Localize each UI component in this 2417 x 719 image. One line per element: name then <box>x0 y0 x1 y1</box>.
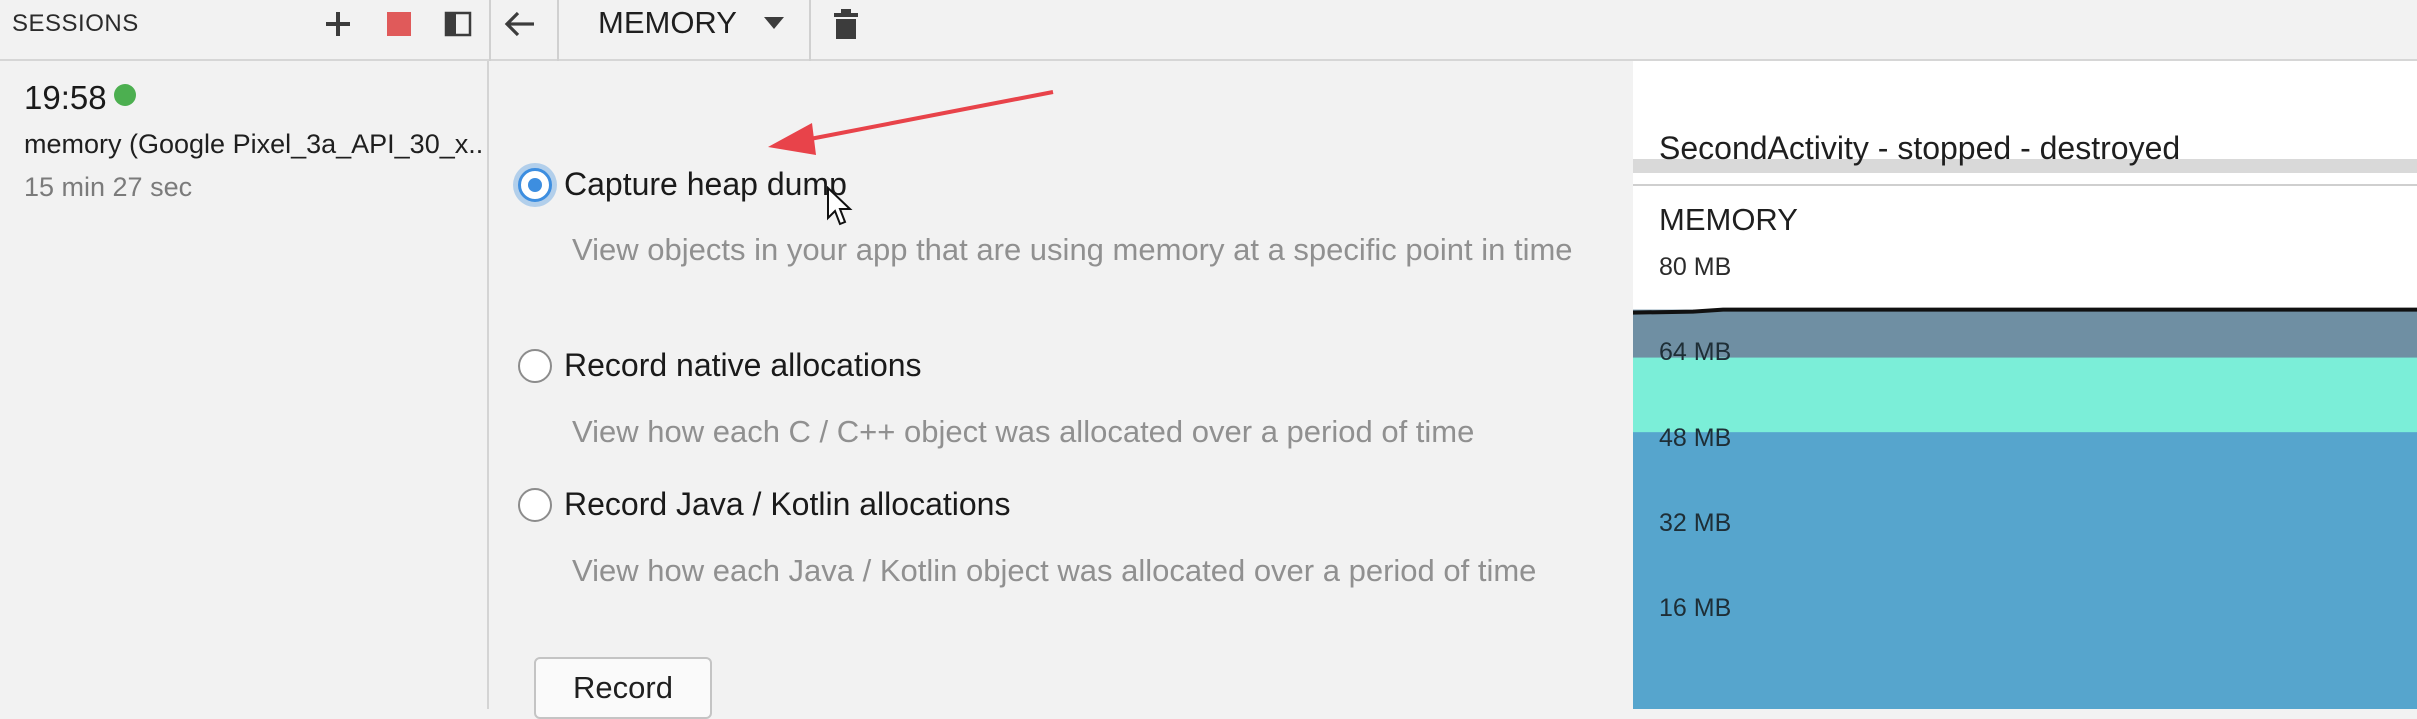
recording-options-panel: Capture heap dump View objects in your a… <box>490 61 1633 719</box>
toggle-sessions-panel-button[interactable] <box>438 4 478 44</box>
memory-usage-chart[interactable] <box>1633 61 2417 709</box>
delete-button[interactable] <box>826 4 866 44</box>
back-button[interactable] <box>500 4 540 44</box>
session-name: memory (Google Pixel_3a_API_30_x... <box>24 129 482 159</box>
top-toolbar: SESSIONS MEMORY <box>0 0 2417 61</box>
toolbar-divider <box>557 0 559 61</box>
record-button[interactable]: Record <box>534 657 712 719</box>
memory-chart-title: MEMORY <box>1659 202 1798 237</box>
trash-icon <box>834 9 858 39</box>
option-title: Record Java / Kotlin allocations <box>564 486 1011 522</box>
option-record-java-kotlin-allocations[interactable]: Record Java / Kotlin allocations <box>518 486 1010 523</box>
memory-timeline-panel: SecondActivity - stopped - destroyed MEM… <box>1633 61 2417 709</box>
y-tick-label: 80 MB <box>1659 253 1732 281</box>
option-title: Capture heap dump <box>564 166 847 202</box>
back-arrow-icon <box>504 11 534 37</box>
session-duration: 15 min 27 sec <box>24 172 193 202</box>
option-record-native-allocations[interactable]: Record native allocations <box>518 347 922 384</box>
sessions-label: SESSIONS <box>12 10 139 37</box>
y-tick-label: 32 MB <box>1659 508 1732 537</box>
panel-toggle-icon <box>444 11 472 37</box>
option-description: View how each Java / Kotlin object was a… <box>572 553 1537 588</box>
profiler-select-dropdown[interactable]: MEMORY <box>598 2 785 44</box>
capture-heap-dump-radio[interactable] <box>518 167 552 202</box>
toolbar-divider <box>809 0 811 61</box>
y-tick-label: 16 MB <box>1659 594 1732 622</box>
toolbar-divider <box>489 0 491 61</box>
memory-area-band <box>1633 432 2417 709</box>
record-native-allocations-radio[interactable] <box>518 348 552 383</box>
dropdown-caret-icon <box>763 17 784 29</box>
option-description: View objects in your app that are using … <box>572 232 1573 267</box>
option-title: Record native allocations <box>564 347 922 383</box>
mouse-cursor-icon <box>827 186 853 226</box>
y-tick-label: 48 MB <box>1659 423 1732 452</box>
plus-icon <box>326 12 350 36</box>
stop-icon <box>387 12 411 36</box>
sessions-sidebar: 19:58 memory (Google Pixel_3a_API_30_x..… <box>0 61 489 709</box>
add-session-button[interactable] <box>318 4 358 44</box>
option-capture-heap-dump[interactable]: Capture heap dump <box>518 166 847 203</box>
option-description: View how each C / C++ object was allocat… <box>572 414 1475 449</box>
session-live-indicator <box>114 84 136 106</box>
record-java-kotlin-allocations-radio[interactable] <box>518 487 552 522</box>
y-tick-label: 64 MB <box>1659 338 1732 367</box>
profiler-select-label: MEMORY <box>598 5 737 40</box>
session-time: 19:58 <box>24 79 107 116</box>
stop-session-button[interactable] <box>379 4 419 44</box>
